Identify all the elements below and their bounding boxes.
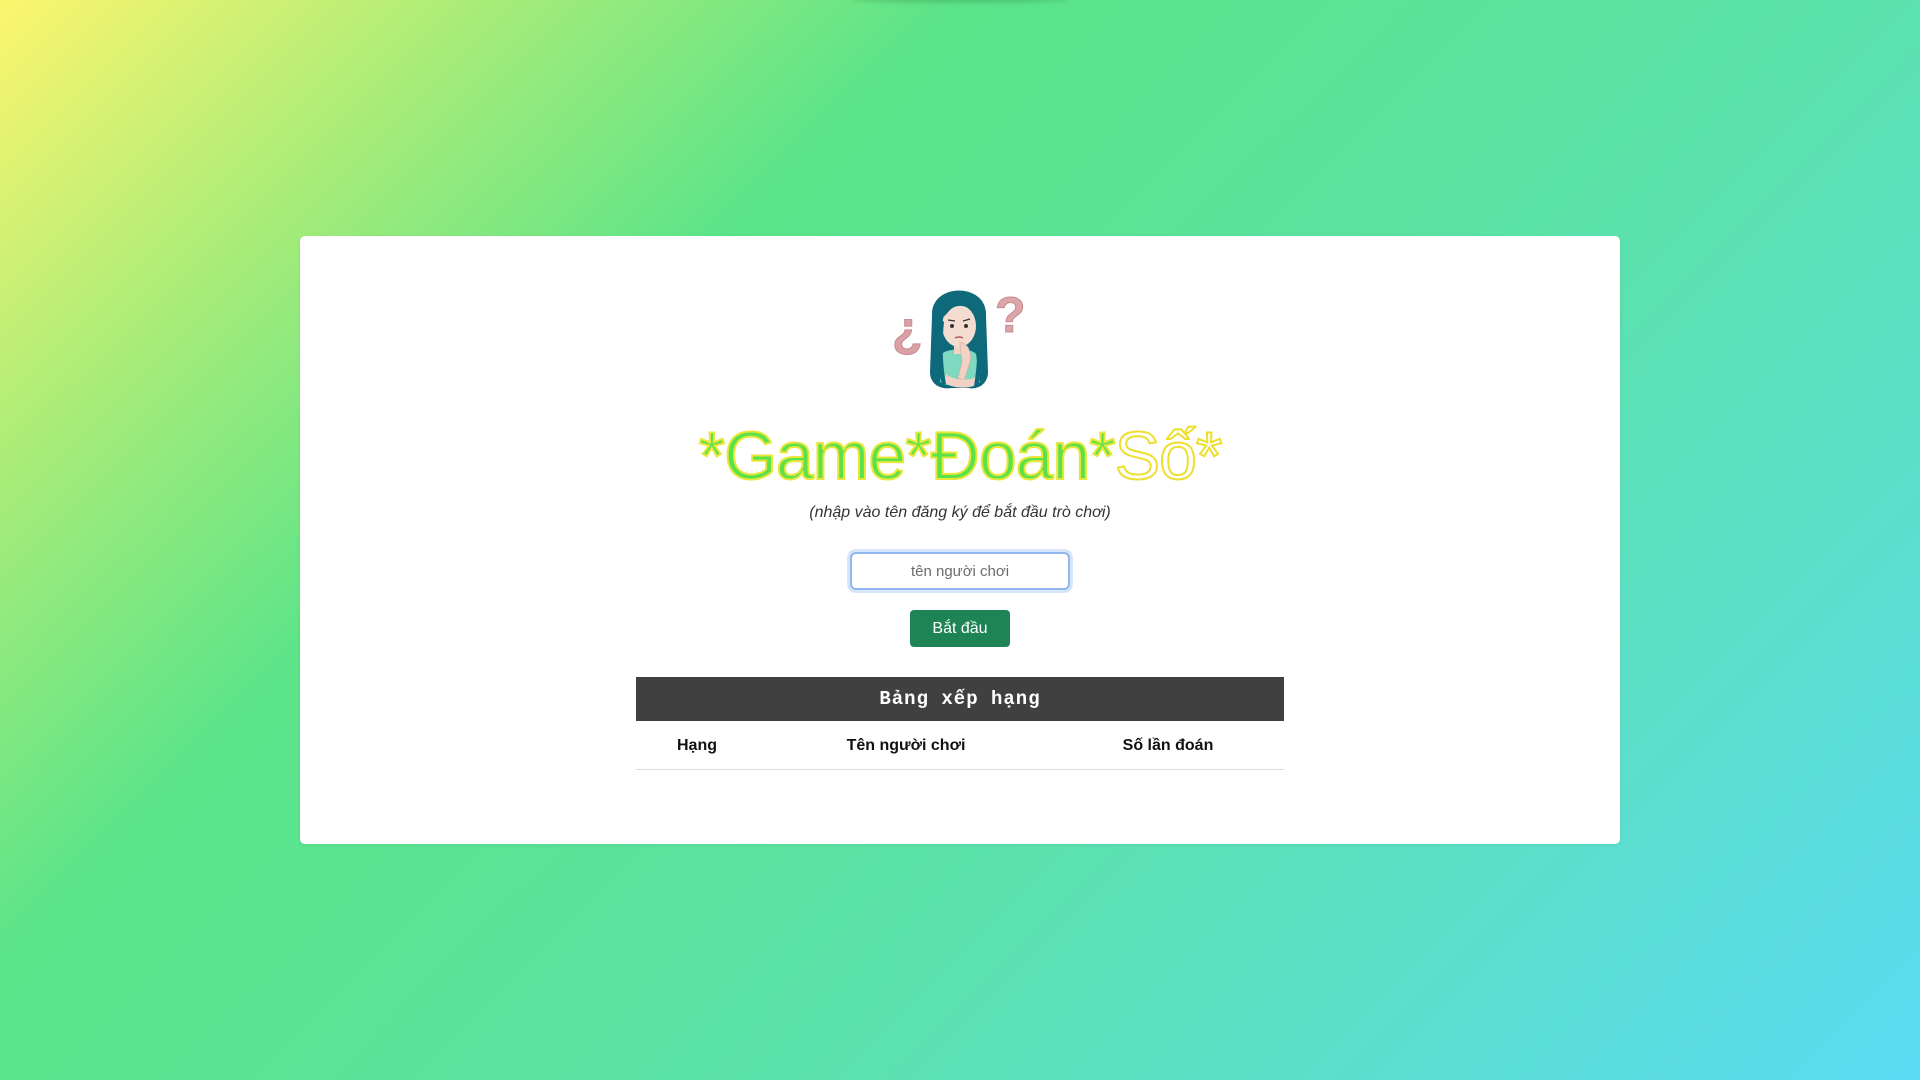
column-player-name: Tên người chơi	[846, 737, 966, 754]
top-shadow	[850, 0, 1070, 2]
instruction-text: (nhập vào tên đăng ký để bắt đầu trò chơ…	[809, 504, 1111, 521]
svg-text:?: ?	[995, 287, 1026, 343]
column-guess-count: Số lần đoán	[1122, 737, 1214, 754]
game-card: ¿ ? *Game*Đoán*Số* (nhập vào tên đăng ký…	[300, 236, 1620, 844]
svg-text:¿: ¿	[892, 301, 923, 357]
game-title-main: *Game*Đoán*	[698, 417, 1117, 495]
game-title: *Game*Đoán*Số*	[300, 416, 1620, 496]
column-rank: Hạng	[677, 737, 717, 754]
start-button[interactable]: Bắt đầu	[910, 610, 1010, 647]
player-name-input[interactable]	[850, 552, 1070, 590]
thinking-girl-icon: ¿ ?	[892, 287, 1026, 389]
leaderboard-title: Bảng xếp hạng	[636, 677, 1284, 721]
leaderboard-column-headers: Hạng Tên người chơi Số lần đoán	[636, 721, 1284, 770]
game-title-end: Số*	[1114, 417, 1224, 495]
leaderboard: Bảng xếp hạng Hạng Tên người chơi Số lần…	[636, 677, 1284, 770]
